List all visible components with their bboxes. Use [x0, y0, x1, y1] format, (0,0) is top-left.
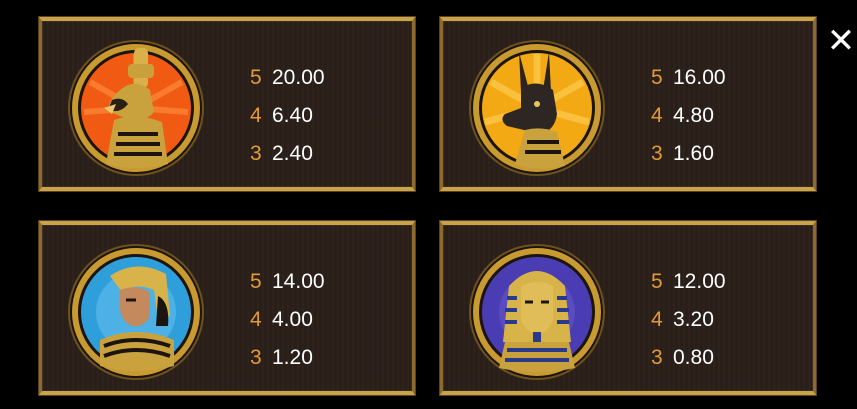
- pharaoh-mask-icon: [471, 246, 603, 378]
- payout-value: 4.80: [673, 104, 714, 127]
- payout-row: 5 14.00: [250, 263, 325, 301]
- symbol-count: 5: [250, 270, 262, 293]
- payout-value: 2.40: [272, 142, 313, 165]
- close-button[interactable]: ✕: [824, 24, 857, 58]
- payout-value: 12.00: [673, 270, 726, 293]
- symbol-card-horus: 5 20.00 4 6.40 3 2.40: [39, 17, 415, 191]
- symbol-count: 3: [651, 142, 663, 165]
- payout-row: 5 12.00: [651, 263, 726, 301]
- symbol-card-cleopatra: 5 14.00 4 4.00 3 1.20: [39, 221, 415, 395]
- paytable: 5 14.00 4 4.00 3 1.20: [250, 263, 325, 377]
- payout-row: 4 6.40: [250, 97, 325, 135]
- symbol-count: 5: [651, 66, 663, 89]
- symbol-count: 5: [651, 270, 663, 293]
- symbol-count: 3: [250, 346, 262, 369]
- paytable: 5 12.00 4 3.20 3 0.80: [651, 263, 726, 377]
- symbol-count: 5: [250, 66, 262, 89]
- payout-row: 4 4.00: [250, 301, 325, 339]
- cleopatra-icon: [70, 246, 202, 378]
- payout-value: 14.00: [272, 270, 325, 293]
- symbol-count: 4: [250, 104, 262, 127]
- paytable: 5 20.00 4 6.40 3 2.40: [250, 59, 325, 173]
- payout-row: 3 2.40: [250, 135, 325, 173]
- anubis-jackal-icon: [471, 42, 603, 174]
- payout-row: 5 20.00: [250, 59, 325, 97]
- symbol-card-pharaoh: 5 12.00 4 3.20 3 0.80: [440, 221, 816, 395]
- payout-value: 4.00: [272, 308, 313, 331]
- symbol-count: 3: [651, 346, 663, 369]
- payout-row: 3 1.20: [250, 339, 325, 377]
- payout-value: 1.60: [673, 142, 714, 165]
- symbol-count: 4: [250, 308, 262, 331]
- symbol-count: 3: [250, 142, 262, 165]
- payout-row: 5 16.00: [651, 59, 726, 97]
- payout-row: 4 3.20: [651, 301, 726, 339]
- payout-value: 16.00: [673, 66, 726, 89]
- paytable: 5 16.00 4 4.80 3 1.60: [651, 59, 726, 173]
- horus-falcon-icon: [70, 42, 202, 174]
- payout-row: 4 4.80: [651, 97, 726, 135]
- payout-value: 0.80: [673, 346, 714, 369]
- payout-value: 6.40: [272, 104, 313, 127]
- symbol-count: 4: [651, 308, 663, 331]
- payout-row: 3 0.80: [651, 339, 726, 377]
- payout-row: 3 1.60: [651, 135, 726, 173]
- close-icon: ✕: [826, 21, 856, 61]
- symbol-card-anubis: 5 16.00 4 4.80 3 1.60: [440, 17, 816, 191]
- payout-value: 1.20: [272, 346, 313, 369]
- payout-value: 3.20: [673, 308, 714, 331]
- symbol-count: 4: [651, 104, 663, 127]
- payout-value: 20.00: [272, 66, 325, 89]
